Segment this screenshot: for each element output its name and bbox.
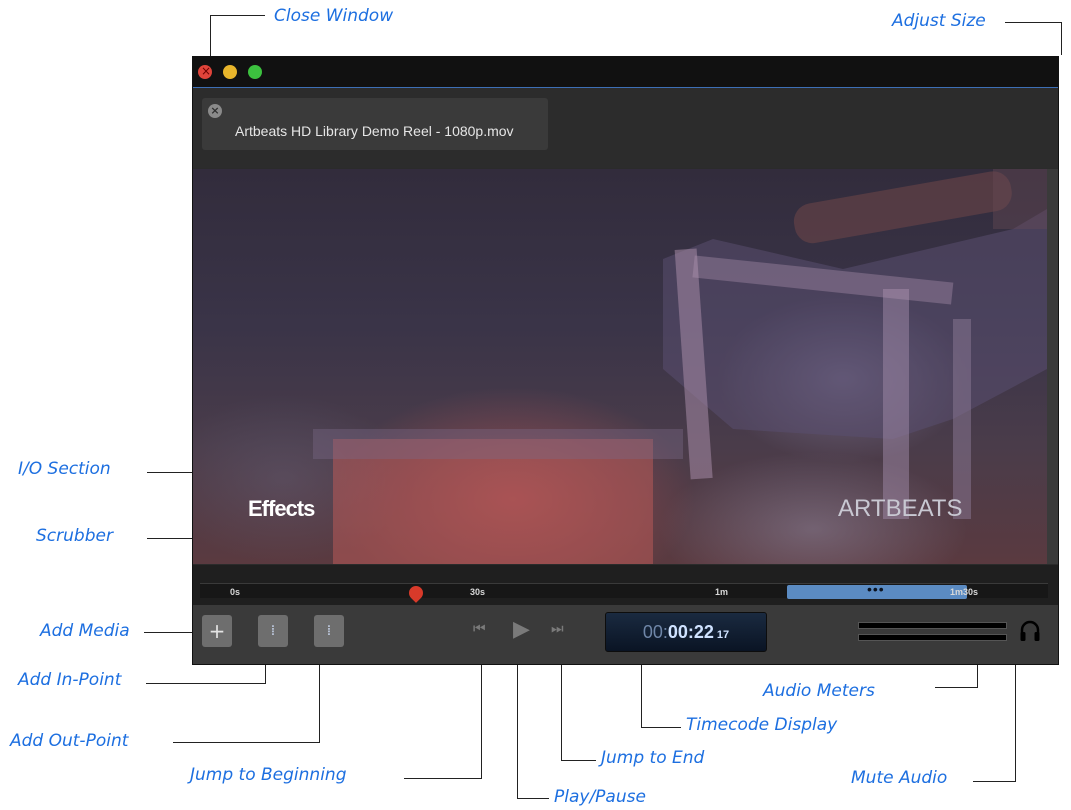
leader-add-in-point	[146, 683, 265, 684]
jump-to-beginning-button[interactable]: ⏮	[473, 621, 486, 637]
leader-jump-to-end-v	[561, 650, 562, 761]
add-media-button[interactable]: +	[202, 615, 232, 647]
timecode-prefix: 00:	[642, 622, 668, 642]
timecode-main: 00:22	[667, 622, 714, 642]
audio-meter-left	[858, 622, 1007, 629]
media-tab[interactable]: × Artbeats HD Library Demo Reel - 1080p.…	[202, 98, 548, 150]
timecode-display[interactable]: 00:00:22 17	[605, 612, 767, 652]
title-bar[interactable]: ×	[193, 57, 1058, 88]
leader-mute-audio-v	[1015, 650, 1016, 782]
leader-audio-meters	[935, 687, 977, 688]
close-icon: ×	[201, 64, 212, 78]
minimize-button[interactable]	[223, 65, 237, 79]
callout-mute-audio: Mute Audio	[851, 768, 948, 788]
tick-label: 30s	[470, 587, 486, 597]
leader-play-pause-v	[517, 650, 518, 799]
callout-jump-to-end: Jump to End	[601, 748, 705, 768]
callout-jump-to-beginning: Jump to Beginning	[190, 765, 347, 785]
player-window: × × Artbeats HD Library Demo Reel - 1080…	[193, 57, 1058, 664]
callout-add-media: Add Media	[40, 621, 130, 641]
headphones-icon[interactable]	[1019, 619, 1041, 643]
add-in-point-button[interactable]: ⁞	[258, 615, 288, 647]
control-bar: + ⁞ ⁞ ⏮ ▶ ⏭ 00:00:22 17	[193, 605, 1058, 664]
io-section[interactable]: •••	[787, 581, 967, 599]
video-viewer[interactable]: Effects ARTBEATS	[193, 169, 1047, 564]
leader-add-out-point	[173, 742, 319, 743]
leader-jump-to-beginning-v	[481, 650, 482, 779]
callout-scrubber: Scrubber	[36, 526, 113, 546]
leader-mute-audio	[973, 781, 1015, 782]
leader-adjust-size-v	[1061, 22, 1062, 55]
leader-add-media	[144, 632, 200, 633]
audio-meter-right	[858, 634, 1007, 641]
video-overlay-effects: Effects	[248, 496, 315, 521]
resize-handle[interactable]	[1047, 169, 1058, 564]
video-overlay-brand: ARTBEATS	[838, 495, 963, 522]
callout-add-out-point: Add Out-Point	[10, 731, 129, 751]
tick-label: 1m30s	[950, 587, 979, 597]
timeline[interactable]: 0s 30s 1m ••• 1m30s	[193, 565, 1058, 605]
zoom-button[interactable]	[248, 65, 262, 79]
callout-adjust-size: Adjust Size	[892, 11, 986, 31]
leader-jump-to-beginning	[404, 778, 482, 779]
tick-label: 0s	[230, 587, 241, 597]
tab-bar: × Artbeats HD Library Demo Reel - 1080p.…	[193, 88, 1058, 168]
leader-timecode	[641, 727, 681, 728]
io-section-handle[interactable]: •••	[867, 581, 885, 597]
play-pause-button[interactable]: ▶	[513, 617, 530, 642]
tick-label: 1m	[715, 587, 729, 597]
close-window-button[interactable]: ×	[198, 64, 212, 79]
leader-adjust-size	[1005, 22, 1062, 23]
leader-jump-to-end	[561, 760, 596, 761]
jump-to-end-button[interactable]: ⏭	[551, 621, 564, 637]
callout-io-section: I/O Section	[18, 459, 111, 479]
callout-play-pause: Play/Pause	[554, 787, 646, 807]
callout-add-in-point: Add In-Point	[18, 670, 122, 690]
leader-close-window	[210, 15, 265, 16]
timecode-frames: 17	[716, 629, 730, 641]
leader-play-pause	[517, 798, 549, 799]
callout-audio-meters: Audio Meters	[763, 681, 875, 701]
tab-title: Artbeats HD Library Demo Reel - 1080p.mo…	[235, 123, 514, 139]
callout-close-window: Close Window	[274, 6, 394, 26]
add-out-point-button[interactable]: ⁞	[314, 615, 344, 647]
callout-timecode-display: Timecode Display	[686, 715, 838, 735]
tab-close-icon[interactable]: ×	[208, 104, 222, 118]
